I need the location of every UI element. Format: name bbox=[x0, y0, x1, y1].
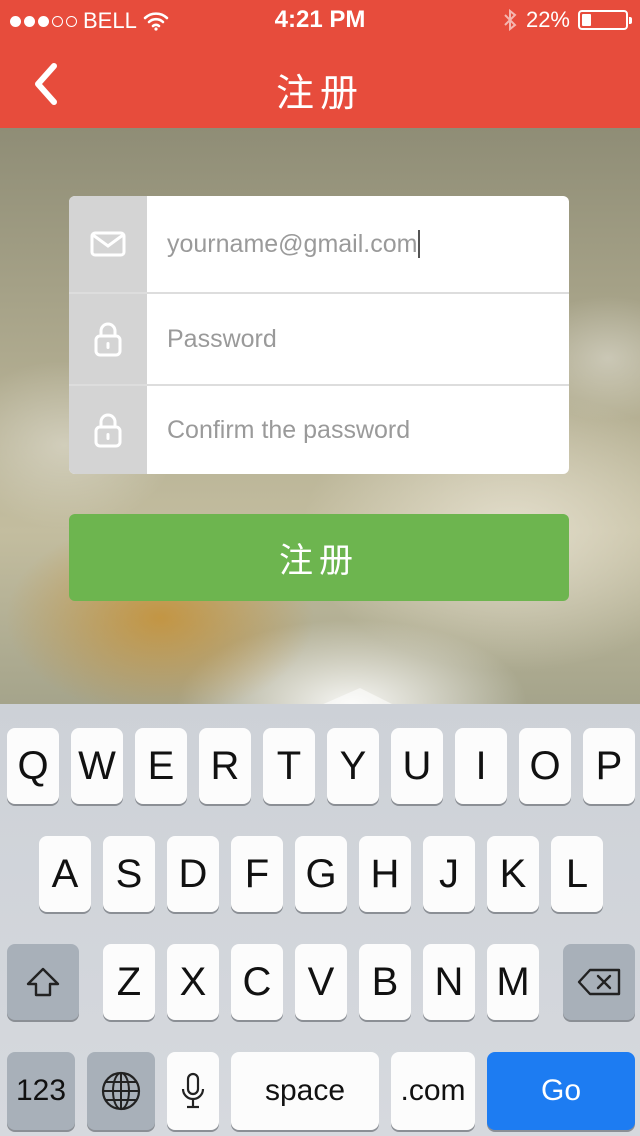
key-d[interactable]: D bbox=[167, 836, 219, 912]
register-button[interactable]: 注册 bbox=[69, 514, 569, 601]
key-q[interactable]: Q bbox=[7, 728, 59, 804]
key-j[interactable]: J bbox=[423, 836, 475, 912]
dictation-key[interactable] bbox=[167, 1052, 219, 1130]
status-bar: BELL 4:21 PM 22% bbox=[0, 0, 640, 40]
page-title: 注册 bbox=[275, 73, 364, 115]
key-s[interactable]: S bbox=[103, 836, 155, 912]
key-x[interactable]: X bbox=[167, 944, 219, 1020]
password-field[interactable]: Password bbox=[167, 294, 559, 384]
key-k[interactable]: K bbox=[487, 836, 539, 912]
email-field[interactable]: yourname@gmail.com bbox=[167, 196, 559, 292]
globe-key[interactable] bbox=[87, 1052, 155, 1130]
confirm-password-icon-cell bbox=[69, 386, 147, 474]
key-h[interactable]: H bbox=[359, 836, 411, 912]
shift-key[interactable] bbox=[7, 944, 79, 1020]
backspace-icon bbox=[577, 968, 621, 996]
dotcom-key[interactable]: .com bbox=[391, 1052, 475, 1130]
password-placeholder: Password bbox=[167, 324, 277, 353]
key-p[interactable]: P bbox=[583, 728, 635, 804]
key-v[interactable]: V bbox=[295, 944, 347, 1020]
key-m[interactable]: M bbox=[487, 944, 539, 1020]
key-c[interactable]: C bbox=[231, 944, 283, 1020]
battery-icon bbox=[578, 10, 632, 30]
status-right: 22% bbox=[502, 7, 632, 33]
key-f[interactable]: F bbox=[231, 836, 283, 912]
confirm-password-placeholder: Confirm the password bbox=[167, 415, 411, 444]
key-n[interactable]: N bbox=[423, 944, 475, 1020]
bluetooth-icon bbox=[504, 8, 517, 32]
space-key[interactable]: space bbox=[231, 1052, 379, 1130]
email-row: yourname@gmail.com bbox=[69, 196, 569, 294]
shift-icon bbox=[26, 967, 60, 997]
confirm-password-row: Confirm the password bbox=[69, 386, 569, 474]
battery-percent: 22% bbox=[525, 7, 570, 32]
key-u[interactable]: U bbox=[391, 728, 443, 804]
key-e[interactable]: E bbox=[135, 728, 187, 804]
password-icon-cell bbox=[69, 294, 147, 384]
numbers-key[interactable]: 123 bbox=[7, 1052, 75, 1130]
key-z[interactable]: Z bbox=[103, 944, 155, 1020]
key-t[interactable]: T bbox=[263, 728, 315, 804]
email-value: yourname@gmail.com bbox=[167, 229, 418, 258]
key-g[interactable]: G bbox=[295, 836, 347, 912]
email-icon-cell bbox=[69, 196, 147, 292]
key-w[interactable]: W bbox=[71, 728, 123, 804]
password-row: Password bbox=[69, 294, 569, 386]
key-o[interactable]: O bbox=[519, 728, 571, 804]
go-key[interactable]: Go bbox=[487, 1052, 635, 1130]
key-r[interactable]: R bbox=[199, 728, 251, 804]
delete-key[interactable] bbox=[563, 944, 635, 1020]
key-l[interactable]: L bbox=[551, 836, 603, 912]
text-cursor bbox=[418, 230, 421, 258]
key-i[interactable]: I bbox=[455, 728, 507, 804]
navigation-bar: 注册 bbox=[0, 40, 640, 128]
keyboard: Q W E R T Y U I O P A S D F G H J K L Z … bbox=[0, 704, 640, 1136]
register-form: yourname@gmail.com Password Confirm the … bbox=[69, 196, 569, 474]
key-b[interactable]: B bbox=[359, 944, 411, 1020]
mail-icon bbox=[90, 231, 126, 257]
globe-icon bbox=[101, 1071, 141, 1111]
lock-icon bbox=[94, 322, 122, 357]
confirm-password-field[interactable]: Confirm the password bbox=[167, 386, 559, 474]
key-y[interactable]: Y bbox=[327, 728, 379, 804]
lock-icon bbox=[94, 413, 122, 448]
microphone-icon bbox=[181, 1072, 205, 1109]
key-a[interactable]: A bbox=[39, 836, 91, 912]
